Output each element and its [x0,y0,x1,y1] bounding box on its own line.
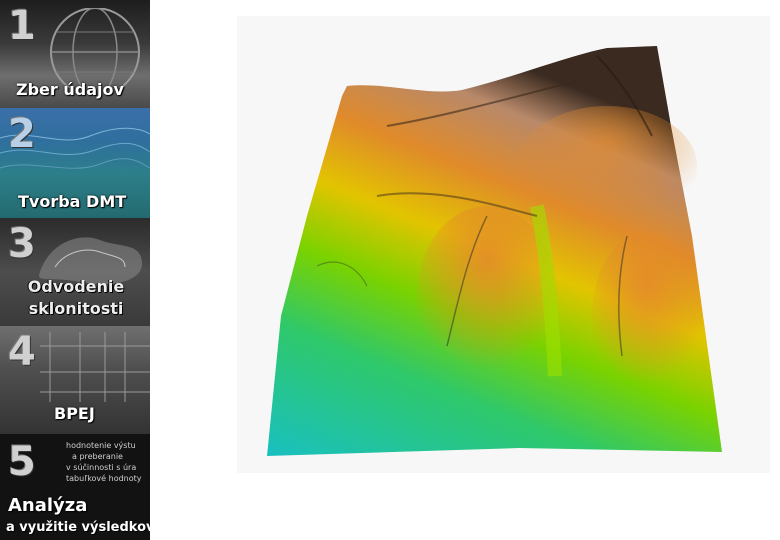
step-navigation: 1 Zber údajov 2 Tvorba DMT 3 Odvodenie s… [0,0,150,540]
step-number: 2 [8,111,36,157]
step-number: 1 [8,3,36,49]
step-4-bpej[interactable]: 4 BPEJ [0,326,150,434]
step-number: 5 [8,439,36,485]
step-title: BPEJ [54,404,95,423]
step-1-data-collection[interactable]: 1 Zber údajov [0,0,150,108]
step-title: Odvodenie sklonitosti [27,277,125,318]
step-description: hodnotenie výstu a preberanie v súčinnos… [66,441,142,483]
step-subtitle: a využitie výsledkov [6,520,150,535]
step-3-slope-derivation[interactable]: 3 Odvodenie sklonitosti [0,218,150,326]
step-5-analysis[interactable]: 5 hodnotenie výstu a preberanie v súčinn… [0,434,150,540]
terrain-viewport[interactable] [237,16,770,473]
terrain-3d-model [267,46,722,456]
step-number: 4 [8,329,36,375]
step-title: Zber údajov [16,80,124,99]
step-title: Analýza [8,495,88,516]
globe-icon [50,8,140,88]
step-title: Tvorba DMT [18,192,127,211]
step-2-dmt-creation[interactable]: 2 Tvorba DMT [0,108,150,218]
step-number: 3 [8,221,36,267]
